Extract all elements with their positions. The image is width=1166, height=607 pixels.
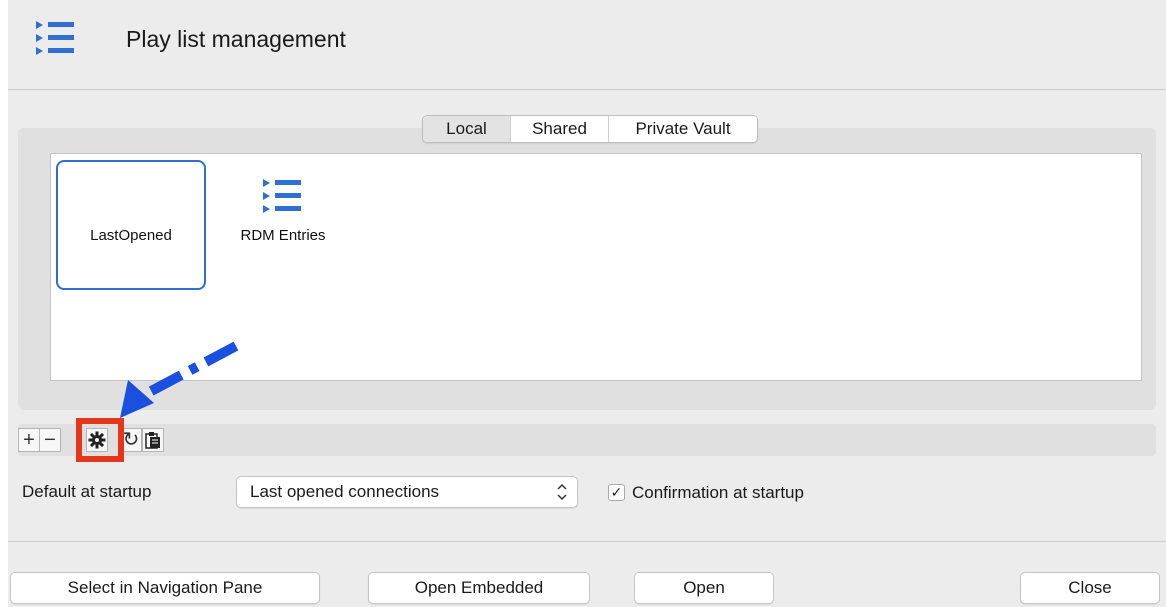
tab-private-vault[interactable]: Private Vault bbox=[609, 116, 757, 142]
default-startup-select[interactable]: Last opened connections bbox=[236, 476, 578, 508]
settings-highlight-box bbox=[76, 418, 124, 462]
tab-shared[interactable]: Shared bbox=[511, 116, 609, 142]
add-button[interactable]: + bbox=[18, 428, 40, 452]
clipboard-icon bbox=[145, 432, 160, 449]
playlist-item-label: RDM Entries bbox=[240, 227, 326, 244]
refresh-icon: ↻ bbox=[122, 429, 140, 451]
source-tabs: Local Shared Private Vault bbox=[422, 115, 758, 143]
playlist-toolbar bbox=[18, 424, 1156, 456]
playlist-item-lastopened[interactable]: LastOpened bbox=[56, 160, 206, 290]
playlist-item-label: LastOpened bbox=[90, 227, 172, 244]
playlist-list: LastOpened RDM Entries bbox=[50, 153, 1142, 381]
tab-local[interactable]: Local bbox=[423, 116, 511, 142]
playlist-item-rdm-entries[interactable]: RDM Entries bbox=[208, 160, 358, 290]
startup-select-value: Last opened connections bbox=[250, 482, 440, 501]
open-embedded-button[interactable]: Open Embedded bbox=[368, 572, 590, 604]
playlist-icon bbox=[36, 21, 74, 55]
playlist-icon bbox=[263, 179, 301, 213]
remove-button[interactable]: − bbox=[39, 428, 61, 452]
dialog-title: Play list management bbox=[126, 26, 346, 52]
footer-divider bbox=[8, 541, 1166, 542]
confirmation-label: Confirmation at startup bbox=[632, 483, 804, 502]
dialog-header: Play list management bbox=[8, 0, 1166, 90]
open-button[interactable]: Open bbox=[634, 572, 774, 604]
default-startup-label: Default at startup bbox=[22, 482, 152, 501]
select-arrows-icon bbox=[557, 477, 567, 518]
paste-button[interactable] bbox=[142, 428, 164, 452]
select-in-navigation-button[interactable]: Select in Navigation Pane bbox=[10, 572, 320, 604]
confirmation-checkbox[interactable]: ✓ bbox=[608, 484, 625, 501]
close-button[interactable]: Close bbox=[1020, 572, 1160, 604]
playlist-management-dialog: Play list management Local Shared Privat… bbox=[8, 0, 1166, 607]
